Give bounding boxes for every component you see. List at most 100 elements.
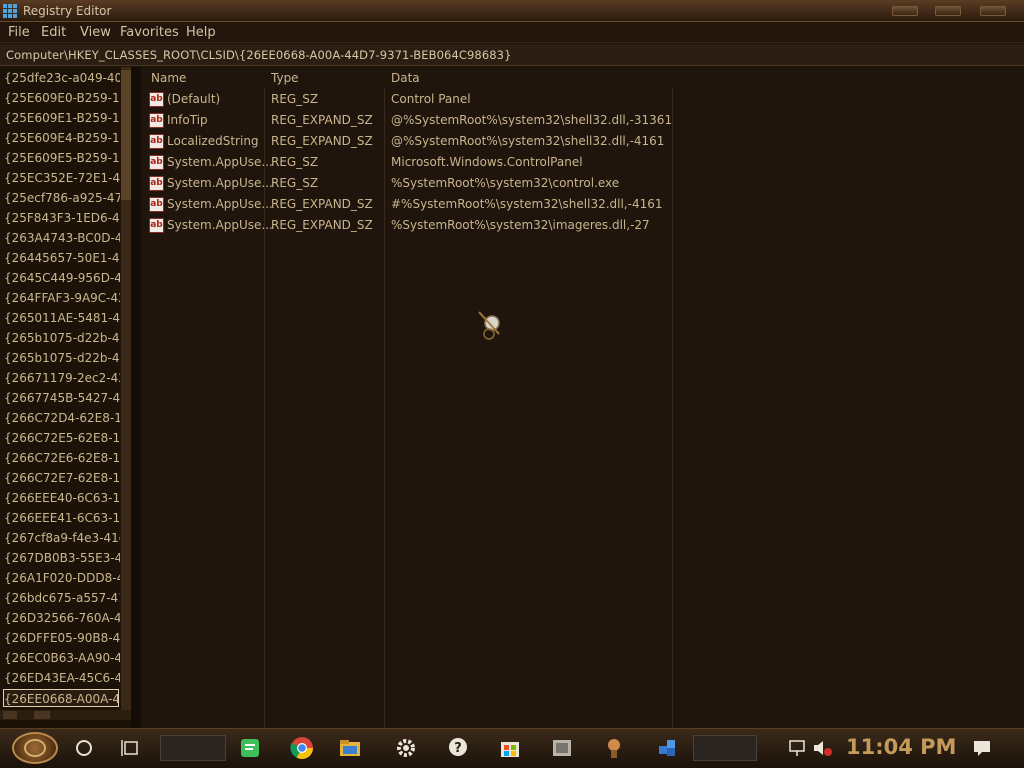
start-orb-inner (24, 739, 46, 757)
string-value-icon: ab (149, 92, 164, 107)
header-type[interactable]: Type (271, 71, 299, 85)
key-tree[interactable]: {25dfe23c-a049-403c {25E609E0-B259-11 {25E… (0, 67, 131, 728)
menu-edit[interactable]: Edit (41, 25, 66, 40)
tree-horizontal-scrollbar[interactable] (0, 710, 131, 720)
task-view-icon[interactable] (119, 736, 143, 760)
tree-hscroll-thumb[interactable] (3, 711, 17, 719)
value-name: (Default) (167, 92, 221, 106)
window-title: Registry Editor (23, 4, 112, 18)
tree-item[interactable]: {26D32566-760A-40 (4, 609, 120, 627)
tree-item[interactable]: {25E609E4-B259-11 (4, 129, 120, 147)
tree-item[interactable]: {26bdc675-a557-411 (4, 589, 120, 607)
cortana-circle-icon[interactable] (72, 736, 96, 760)
value-data: @%SystemRoot%\system32\shell32.dll,-3136… (391, 113, 673, 127)
tree-item[interactable]: {267cf8a9-f4e3-41e6 (4, 529, 120, 547)
string-value-icon: ab (149, 134, 164, 149)
tree-item[interactable]: {25E609E0-B259-11 (4, 89, 120, 107)
regedit-cubes-icon[interactable] (655, 736, 679, 760)
value-type: REG_SZ (271, 155, 319, 169)
pane-splitter[interactable] (131, 67, 141, 728)
notes-icon[interactable] (238, 736, 262, 760)
tree-hscroll-segment[interactable] (34, 711, 50, 719)
tree-item[interactable]: {266C72E5-62E8-11 (4, 429, 120, 447)
notifications-icon[interactable] (970, 736, 994, 760)
tree-item[interactable]: {25E609E1-B259-11 (4, 109, 120, 127)
svg-text:?: ? (454, 741, 462, 756)
title-bar: Registry Editor (0, 0, 1024, 22)
value-name: System.AppUse... (167, 197, 273, 211)
tree-item[interactable]: {25ecf786-a925-470c (4, 189, 120, 207)
chrome-icon[interactable] (290, 736, 314, 760)
settings-gear-icon[interactable] (394, 736, 418, 760)
taskbar-slot[interactable] (160, 735, 226, 761)
values-header: Name Type Data (141, 67, 674, 89)
tree-item[interactable]: {2645C449-956D-42 (4, 269, 120, 287)
header-name[interactable]: Name (151, 71, 186, 85)
minimize-button[interactable] (892, 6, 918, 16)
address-bar[interactable]: Computer\HKEY_CLASSES_ROOT\CLSID\{26EE06… (0, 44, 1024, 66)
tree-item[interactable]: {25EC352E-72E1-47 (4, 169, 120, 187)
tree-item[interactable]: {2667745B-5427-42D (4, 389, 120, 407)
string-value-icon: ab (149, 218, 164, 233)
tree-item[interactable]: {25F843F3-1ED6-4E (4, 209, 120, 227)
address-path[interactable]: Computer\HKEY_CLASSES_ROOT\CLSID\{26EE06… (6, 48, 512, 62)
menu-file[interactable]: File (8, 25, 30, 40)
tree-item[interactable]: {265b1075-d22b-41e (4, 329, 120, 347)
header-data[interactable]: Data (391, 71, 420, 85)
tree-item[interactable]: {26EE0668-A00A-44 (3, 689, 119, 707)
value-row[interactable]: ab System.AppUse... REG_SZ %SystemRoot%\sys… (141, 173, 674, 194)
file-explorer-icon[interactable] (338, 736, 362, 760)
media-icon[interactable] (550, 736, 574, 760)
maximize-button[interactable] (935, 6, 961, 16)
tree-item[interactable]: {267DB0B3-55E3-49 (4, 549, 120, 567)
close-button[interactable] (980, 6, 1006, 16)
tree-item[interactable]: {25E609E5-B259-11 (4, 149, 120, 167)
value-row[interactable]: ab InfoTip REG_EXPAND_SZ @%SystemRoot%\syst… (141, 110, 674, 131)
values-list[interactable]: Name Type Data ab (Default) REG_SZ Control … (141, 67, 1024, 728)
value-data: %SystemRoot%\system32\control.exe (391, 176, 620, 190)
value-row[interactable]: ab System.AppUse... REG_SZ Microsoft.Window… (141, 152, 674, 173)
tree-item[interactable]: {26DFFE05-90B8-47 (4, 629, 120, 647)
value-type: REG_EXPAND_SZ (271, 113, 373, 127)
value-name: System.AppUse... (167, 218, 273, 232)
tree-item[interactable]: {266C72D4-62E8-11 (4, 409, 120, 427)
value-name: LocalizedString (167, 134, 259, 148)
tree-item[interactable]: {263A4743-BC0D-4C (4, 229, 120, 247)
tree-item[interactable]: {26445657-50E1-4C5 (4, 249, 120, 267)
tree-item[interactable]: {26EC0B63-AA90-4 (4, 649, 120, 667)
tree-item[interactable]: {26671179-2ec2-42b (4, 369, 120, 387)
value-row[interactable]: ab System.AppUse... REG_EXPAND_SZ #%SystemR… (141, 194, 674, 215)
clock[interactable]: 11:04 PM (846, 735, 956, 759)
tree-item[interactable]: {264FFAF3-9A9C-42 (4, 289, 120, 307)
value-type: REG_SZ (271, 92, 319, 106)
value-name: System.AppUse... (167, 176, 273, 190)
value-type: REG_EXPAND_SZ (271, 134, 373, 148)
value-row[interactable]: ab (Default) REG_SZ Control Panel (141, 89, 674, 110)
menu-help[interactable]: Help (186, 25, 216, 40)
tree-item[interactable]: {266EEE40-6C63-11 (4, 489, 120, 507)
string-value-icon: ab (149, 113, 164, 128)
tree-item[interactable]: {265b1075-d22b-41e (4, 349, 120, 367)
app-icon[interactable] (602, 736, 626, 760)
value-name: InfoTip (167, 113, 208, 127)
tree-item[interactable]: {26A1F020-DDD8-47 (4, 569, 120, 587)
value-row[interactable]: ab LocalizedString REG_EXPAND_SZ @%SystemRo… (141, 131, 674, 152)
menu-favorites[interactable]: Favorites (120, 25, 179, 40)
store-icon[interactable] (498, 736, 522, 760)
tree-item[interactable]: {266EEE41-6C63-11 (4, 509, 120, 527)
tree-item[interactable]: {266C72E7-62E8-11 (4, 469, 120, 487)
tree-scroll-thumb[interactable] (121, 70, 131, 200)
menu-view[interactable]: View (80, 25, 111, 40)
value-type: REG_EXPAND_SZ (271, 197, 373, 211)
tree-item[interactable]: {265011AE-5481-4f7 (4, 309, 120, 327)
value-type: REG_EXPAND_SZ (271, 218, 373, 232)
tree-item[interactable]: {26ED43EA-45C6-4E (4, 669, 120, 687)
volume-muted-icon[interactable] (810, 736, 834, 760)
tree-item[interactable]: {266C72E6-62E8-11 (4, 449, 120, 467)
network-icon[interactable] (786, 736, 810, 760)
taskbar-slot-active[interactable] (693, 735, 757, 761)
value-row[interactable]: ab System.AppUse... REG_EXPAND_SZ %SystemRo… (141, 215, 674, 236)
tree-item[interactable]: {25dfe23c-a049-403c (4, 69, 120, 87)
string-value-icon: ab (149, 197, 164, 212)
help-icon[interactable]: ? (446, 736, 470, 760)
